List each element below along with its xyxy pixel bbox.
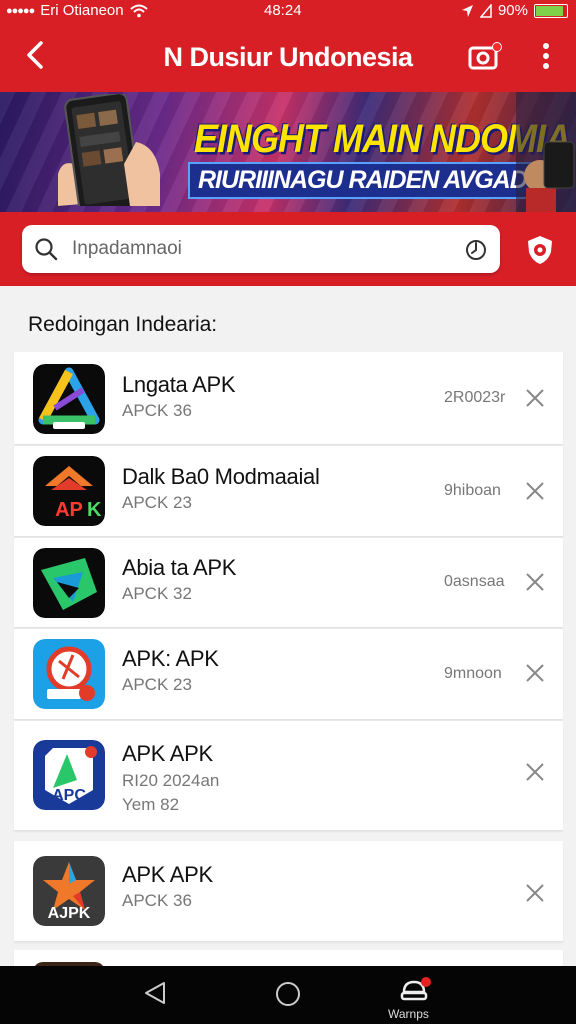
app-name: APK APK: [122, 862, 213, 887]
shield-badge-icon[interactable]: [524, 234, 556, 266]
svg-text:K: K: [87, 499, 102, 521]
app-icon-apk-orange: AP K: [33, 456, 105, 526]
camera-icon: [468, 42, 502, 70]
svg-text:AP: AP: [55, 499, 83, 521]
app-name: APK APK: [122, 741, 213, 766]
phone-in-hand-image: [58, 94, 160, 206]
svg-text:APC: APC: [52, 787, 86, 804]
app-version: APCK 23: [122, 493, 192, 512]
close-icon[interactable]: [524, 761, 546, 783]
close-icon[interactable]: [524, 571, 546, 593]
app-size: 0asnsaa: [444, 573, 505, 590]
banner-headline: EINGHT MAIN NDOMIA: [194, 115, 571, 161]
nav-back-icon[interactable]: [142, 980, 168, 1006]
app-icon-apc-blue: APC: [33, 740, 105, 810]
carrier-label: Eri Otianeon: [40, 2, 124, 19]
close-icon[interactable]: [524, 662, 546, 684]
section-title: Redoingan Indearia:: [28, 313, 218, 336]
app-size: 9mnoon: [444, 665, 502, 682]
wifi-icon: [129, 4, 148, 17]
banner-character-image: [516, 92, 576, 212]
camera-button[interactable]: [468, 42, 502, 72]
close-icon[interactable]: [524, 480, 546, 502]
app-release: Yem 82: [122, 795, 180, 814]
app-icon-red-circle: [33, 639, 105, 709]
list-item[interactable]: Lngata APK APCK 36 2R0023r: [14, 352, 563, 445]
nav-warning-icon[interactable]: [398, 976, 432, 1002]
search-bar-container: [0, 212, 576, 286]
battery-fill: [536, 5, 563, 16]
close-icon[interactable]: [524, 387, 546, 409]
more-options-button[interactable]: [536, 40, 556, 72]
app-size: 2R0023r: [444, 389, 506, 406]
search-icon: [35, 238, 58, 261]
nav-warning-label: Warnps: [388, 1007, 429, 1021]
list-item[interactable]: AJPK APK APK APCK 36: [14, 841, 563, 942]
app-version: APCK 32: [122, 584, 192, 603]
search-input[interactable]: [72, 225, 452, 273]
voice-search-icon[interactable]: [464, 237, 488, 261]
status-bar: ●●●●● Eri Otianeon 48:24 90%: [0, 0, 576, 22]
system-nav-bar: Warnps: [0, 966, 576, 1024]
app-name: Abia ta APK: [122, 555, 237, 580]
app-name: Dalk Ba0 Modmaaial: [122, 464, 320, 489]
signal-icon: ●●●●●: [6, 4, 35, 17]
banner-subtitle: RIURIIINAGU RAIDEN AVGADS: [188, 162, 553, 199]
app-version: APCK 23: [122, 675, 192, 694]
battery-percent: 90%: [497, 2, 528, 19]
list-item[interactable]: APC APK APK RI20 2024an Yem 82: [14, 721, 563, 831]
search-box[interactable]: [22, 225, 500, 273]
app-size: 9hiboan: [444, 482, 501, 499]
app-icon-green-arrow: [33, 548, 105, 618]
close-icon[interactable]: [524, 882, 546, 904]
signal-bars-icon: [479, 3, 492, 18]
svg-text:AJPK: AJPK: [48, 905, 91, 922]
battery-icon: [534, 3, 568, 18]
nav-home-icon[interactable]: [274, 980, 302, 1008]
list-item[interactable]: Abia ta APK APCK 32 0asnsaa: [14, 538, 563, 628]
app-version: APCK 36: [122, 891, 192, 910]
app-name: Lngata APK: [122, 372, 236, 397]
list-item[interactable]: AP K Dalk Ba0 Modmaaial APCK 23 9hiboan: [14, 446, 563, 537]
status-time: 48:24: [264, 2, 302, 19]
location-icon: [461, 4, 473, 17]
app-version: APCK 36: [122, 401, 192, 420]
app-name: APK: APK: [122, 646, 219, 671]
app-bar: N Dusiur Undonesia: [0, 22, 576, 92]
list-item[interactable]: APK: APK APCK 23 9mnoon: [14, 629, 563, 720]
app-icon-a-triangle: [33, 364, 105, 434]
app-icon-ajpk-star: AJPK: [33, 856, 105, 926]
promo-banner[interactable]: EINGHT MAIN NDOMIA RIURIIINAGU RAIDEN AV…: [0, 92, 576, 212]
more-vertical-icon: [543, 43, 549, 69]
app-version: RI20 2024an: [122, 771, 220, 790]
